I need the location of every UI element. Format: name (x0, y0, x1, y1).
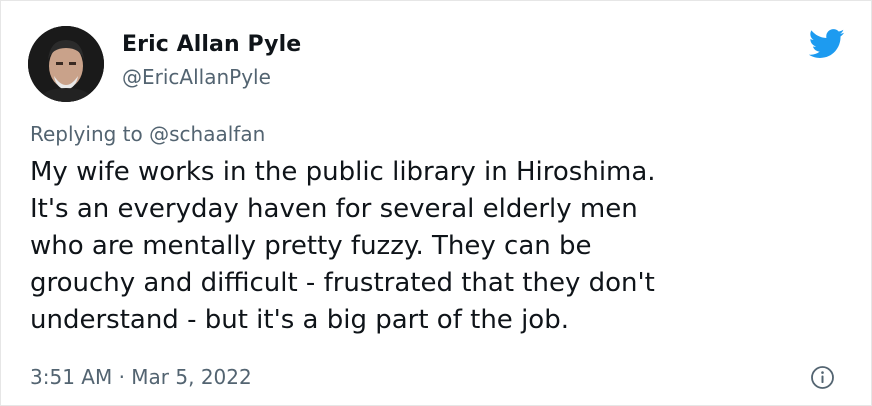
twitter-bird-icon[interactable] (808, 29, 845, 59)
tweet-card: Eric Allan Pyle @EricAllanPyle Replying … (0, 0, 872, 406)
tweet-text-line: understand - but it's a big part of the … (30, 305, 569, 335)
avatar-image (28, 26, 104, 102)
reply-handle-link[interactable]: @schaalfan (149, 122, 265, 146)
reply-prefix: Replying to (30, 122, 143, 146)
tweet-date: Mar 5, 2022 (131, 365, 252, 389)
timestamp-separator: · (118, 365, 125, 389)
tweet-text-line: My wife works in the public library in H… (30, 157, 656, 187)
replying-to: Replying to @schaalfan (30, 122, 265, 146)
tweet-timestamp[interactable]: 3:51 AM · Mar 5, 2022 (30, 365, 252, 389)
author-name[interactable]: Eric Allan Pyle (122, 32, 301, 57)
tweet-text-line: It's an everyday haven for several elder… (30, 194, 638, 224)
tweet-text-line: grouchy and difficult - frustrated that … (30, 268, 655, 298)
tweet-text: My wife works in the public library in H… (30, 154, 860, 339)
author-handle[interactable]: @EricAllanPyle (122, 65, 271, 89)
avatar[interactable] (28, 26, 104, 102)
tweet-time: 3:51 AM (30, 365, 113, 389)
info-icon[interactable] (810, 365, 835, 390)
tweet-text-line: who are mentally pretty fuzzy. They can … (30, 231, 592, 261)
